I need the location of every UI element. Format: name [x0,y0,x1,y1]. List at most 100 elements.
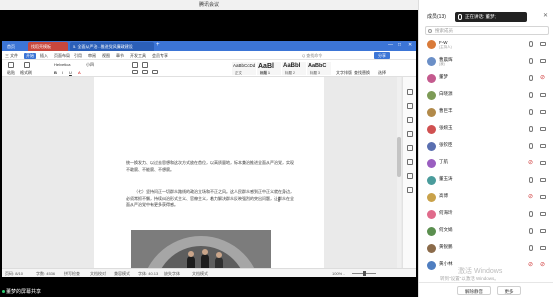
numbered-list-icon[interactable] [142,62,148,68]
new-tab-button[interactable]: + [156,42,160,48]
camera-icon[interactable] [540,144,546,148]
command-search[interactable]: Q 查找命令 [302,53,322,59]
mic-icon[interactable] [529,245,533,251]
menu-member[interactable]: 会员专享 [152,53,168,59]
settings-icon[interactable] [407,103,413,109]
font-color-icon[interactable]: A [78,70,81,75]
link-icon[interactable] [407,145,413,151]
help-icon[interactable] [407,187,413,193]
member-search-input[interactable]: 搜索成员 [425,26,549,35]
location-icon[interactable] [407,159,413,165]
italic-icon[interactable]: I [62,70,63,75]
mic-icon[interactable] [529,92,533,98]
mic-icon[interactable] [529,143,533,149]
menu-review[interactable]: 审阅 [88,53,96,59]
share-button[interactable]: 分享 [374,52,390,59]
camera-icon[interactable] [540,178,546,182]
minimize-button[interactable]: — [388,42,393,48]
style-heading-3[interactable]: AaBbC 标题 3 [307,62,331,75]
camera-icon[interactable] [540,195,546,199]
mic-muted-icon[interactable]: ⊘ [528,261,533,268]
member-row[interactable]: 何海玲 [419,208,553,221]
paste-icon[interactable] [8,62,14,68]
align-left-icon[interactable] [132,70,138,74]
scroll-thumb[interactable] [397,137,401,177]
camera-icon[interactable] [540,110,546,114]
status-wordcount[interactable]: 字数: 4536 [36,271,55,277]
shape-icon[interactable] [407,117,413,123]
member-row[interactable]: 高博 ⊘ [419,191,553,204]
menu-home[interactable]: 开始 [24,53,36,59]
tab-home[interactable]: 首页 [4,42,26,51]
camera-icon[interactable] [540,127,546,131]
mic-icon[interactable] [529,109,533,115]
maximize-button[interactable]: □ [398,42,401,48]
size-select[interactable]: 小四 [86,62,94,68]
style-heading-1[interactable]: AaBl 标题 1 [257,62,281,75]
menu-file[interactable]: 三 文件 [5,53,18,59]
menu-view[interactable]: 视图 [102,53,110,59]
pen-icon[interactable] [407,89,413,95]
camera-icon[interactable] [540,42,546,46]
menu-chapter[interactable]: 章节 [116,53,124,59]
align-right-icon[interactable] [152,70,158,74]
camera-icon[interactable] [540,212,546,216]
status-compat[interactable]: 兼容模式 [114,271,130,277]
zoom-level[interactable]: 100% - [332,271,345,276]
style-heading-2[interactable]: AaBbI 标题 2 [282,62,306,75]
align-center-icon[interactable] [142,70,148,74]
text-layout-button[interactable]: 文字排版 [336,70,352,76]
camera-icon[interactable] [540,246,546,250]
member-row[interactable]: 白晓源 [419,89,553,102]
unmute-all-button[interactable]: 解除静音 [457,286,491,295]
document-photo[interactable] [131,230,271,268]
member-row[interactable]: 张婉玉 [419,123,553,136]
status-page[interactable]: 页码: 8/10 [5,271,23,277]
document-page[interactable]: 统一换发力、以过去思想和这次方式放在首位，以高质量地，标本兼治推进全面从严治党，… [94,77,324,268]
menu-reference[interactable]: 引用 [74,53,82,59]
underline-icon[interactable]: U [69,70,72,75]
font-select[interactable]: Helvetica [54,62,70,67]
mic-icon[interactable] [529,75,533,81]
more-button[interactable]: 更多 [497,286,521,295]
member-row[interactable]: 董梦 ⊘ [419,72,553,85]
tab-template[interactable]: 找稻壳模板 [28,42,68,51]
vertical-scrollbar[interactable] [397,77,401,268]
zoom-slider-knob[interactable] [363,271,366,276]
camera-off-icon[interactable]: ⊘ [540,261,545,268]
select-button[interactable]: 选择 [378,70,386,76]
menu-insert[interactable]: 插入 [40,53,48,59]
member-row[interactable]: 董玉涛 [419,174,553,187]
status-spellcheck[interactable]: 拼写检查 [64,271,80,277]
mic-icon[interactable] [529,58,533,64]
camera-icon[interactable] [540,59,546,63]
find-replace-button[interactable]: 查找替换 [354,70,370,76]
member-row[interactable]: 曹晨辉 (我) [419,55,553,68]
list-icon[interactable] [132,62,138,68]
close-button[interactable]: ✕ [408,42,412,48]
member-row[interactable]: 张钦臣 [419,140,553,153]
share-icon[interactable] [407,173,413,179]
comment-icon[interactable] [407,131,413,137]
member-row[interactable]: 曹巨丰 [419,106,553,119]
tab-document[interactable]: 5. 全面从严治...推进党风廉政建设 [70,42,154,51]
camera-icon[interactable] [540,161,546,165]
member-row[interactable]: 黄锐鹏 [419,242,553,255]
mic-muted-icon[interactable]: ⊘ [528,193,533,200]
menu-layout[interactable]: 页面布局 [54,53,70,59]
mic-icon[interactable] [529,228,533,234]
mic-icon[interactable] [529,177,533,183]
member-row[interactable]: 丁航 ⊘ [419,157,553,170]
style-normal[interactable]: AaBbCcDd 正文 [232,62,256,75]
camera-off-icon[interactable]: ⊘ [540,74,545,81]
bold-icon[interactable]: B [54,70,57,75]
menu-developer[interactable]: 开发工具 [130,53,146,59]
status-doc-mode[interactable]: 文档模式 [192,271,208,277]
mic-icon[interactable] [529,211,533,217]
mic-icon[interactable] [529,126,533,132]
close-icon[interactable]: ✕ [543,12,548,19]
camera-icon[interactable] [540,93,546,97]
status-proofread[interactable]: 文档校对 [90,271,106,277]
format-painter-icon[interactable] [24,62,30,68]
camera-icon[interactable] [540,229,546,233]
